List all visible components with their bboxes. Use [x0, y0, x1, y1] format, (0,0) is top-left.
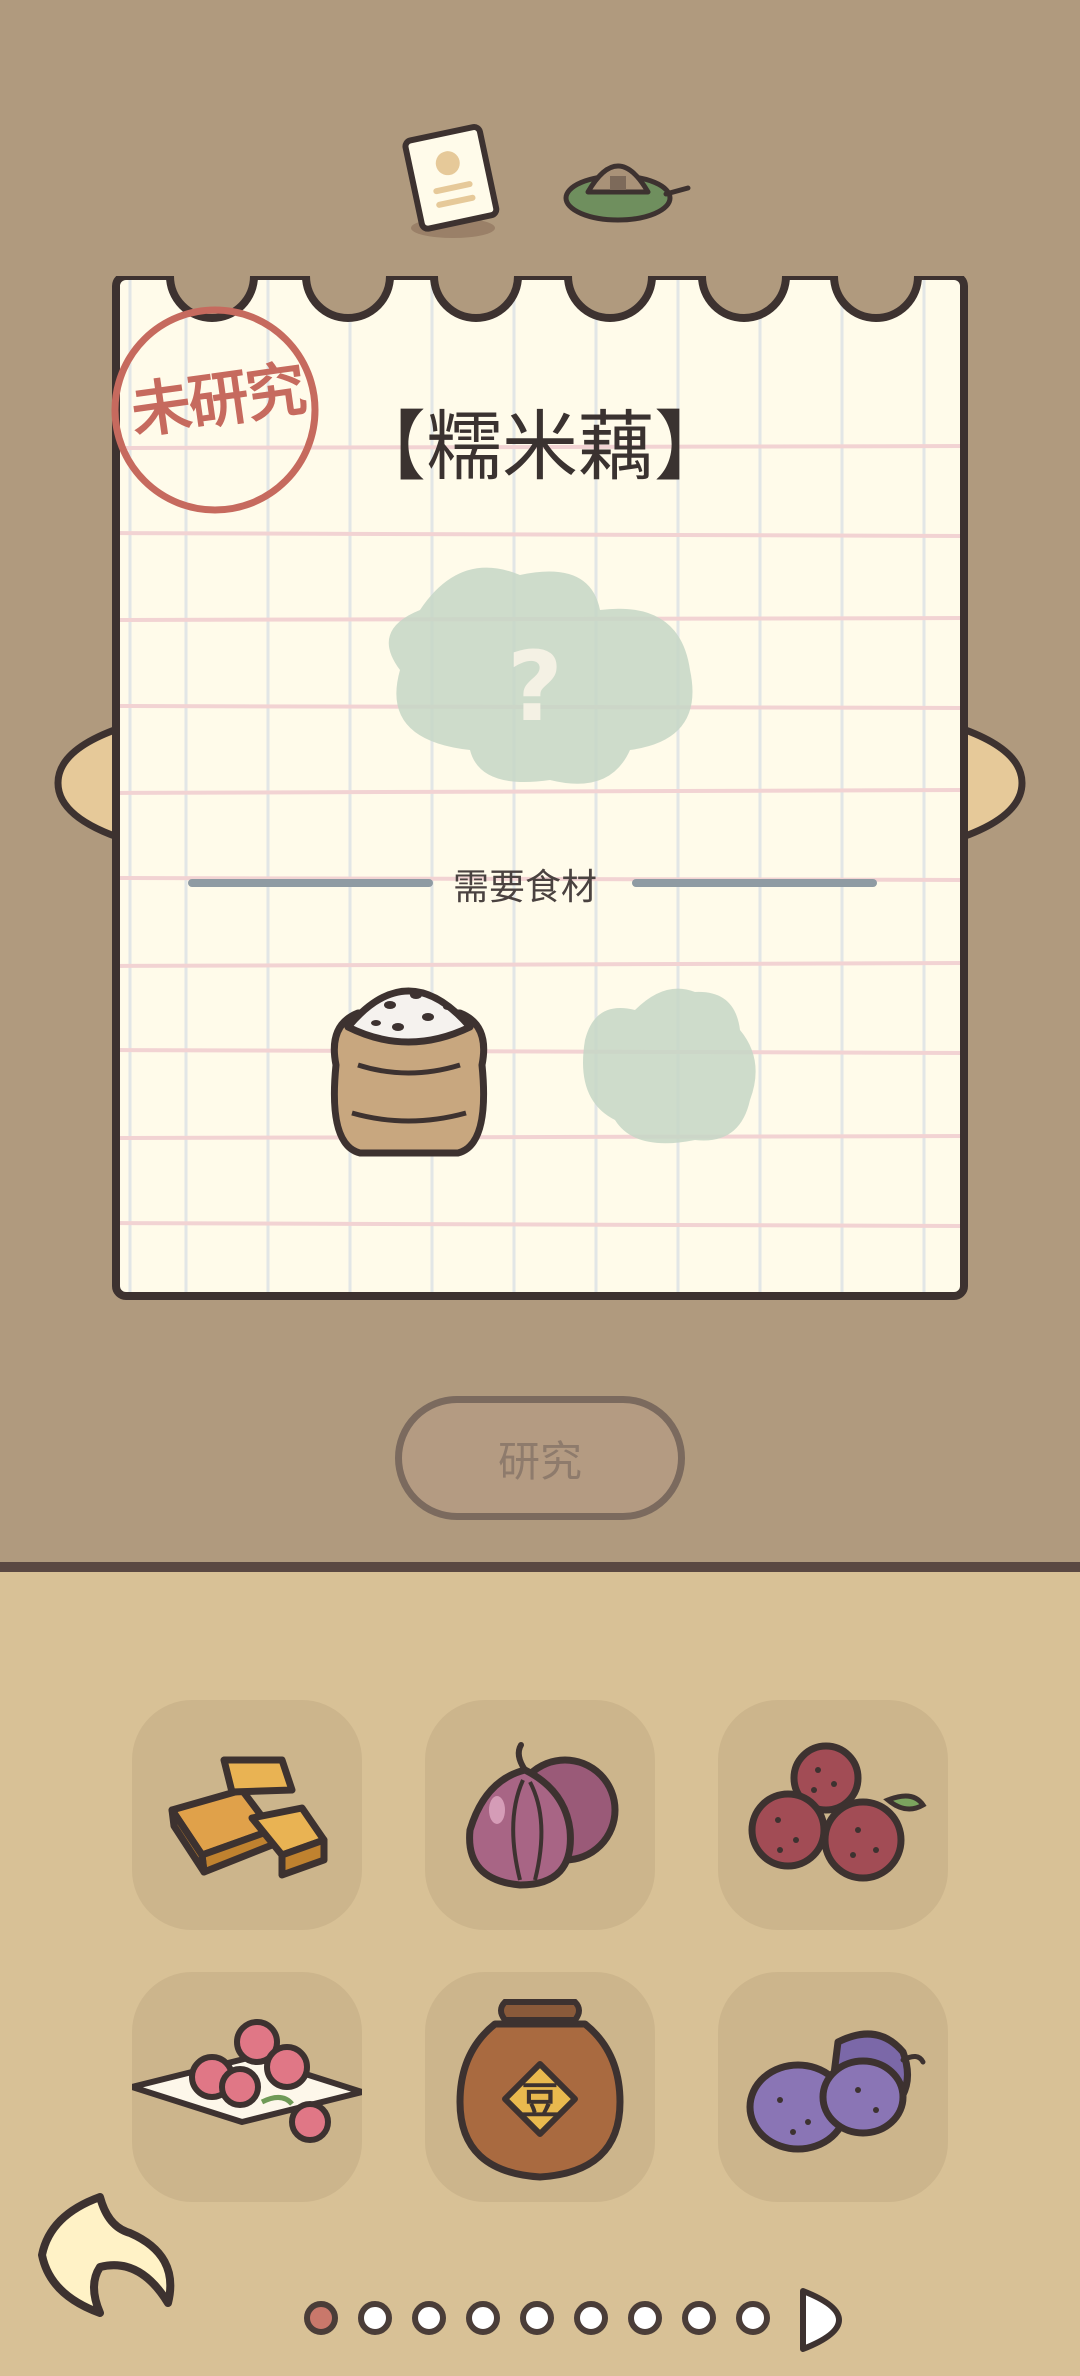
page-dot-1[interactable] — [304, 2301, 338, 2335]
back-arrow-icon[interactable] — [30, 2185, 185, 2325]
page-dot-3[interactable] — [412, 2301, 446, 2335]
page-dot-5[interactable] — [520, 2301, 554, 2335]
rice-ball-tab-icon[interactable] — [548, 130, 698, 230]
dish-name: 【糯米藕】 — [350, 402, 730, 491]
bean-paste-jar-label: 豆 — [521, 2079, 559, 2123]
inventory-slot-red-onion[interactable] — [425, 1700, 655, 1930]
bean-paste-jar-icon: 豆 — [456, 1999, 624, 2181]
pagination — [300, 2282, 860, 2362]
unknown-dish-glyph: ? — [507, 631, 563, 743]
page-dot-9[interactable] — [736, 2301, 770, 2335]
page-dot-2[interactable] — [358, 2301, 392, 2335]
taro-icon — [746, 2030, 926, 2153]
page-dot-8[interactable] — [682, 2301, 716, 2335]
divider-left — [188, 879, 433, 887]
inventory-slot-bayberry[interactable] — [718, 1700, 948, 1930]
inventory-slot-tofu-cake[interactable] — [132, 1700, 362, 1930]
research-button[interactable]: 研究 — [395, 1396, 685, 1520]
page-dot-6[interactable] — [574, 2301, 608, 2335]
bayberry-icon — [748, 1742, 927, 1882]
inventory-slot-taro[interactable] — [718, 1972, 948, 2202]
recipe-tab-icon[interactable] — [395, 118, 515, 248]
page-dot-4[interactable] — [466, 2301, 500, 2335]
mystery-dish-silhouette: ? — [388, 567, 693, 784]
inventory-slot-bean-paste-jar[interactable]: 豆 — [425, 1972, 655, 2202]
glutinous-rice-sack-icon — [330, 987, 488, 1157]
tofu-cake-icon — [168, 1756, 328, 1879]
research-button-label: 研究 — [497, 1436, 582, 1486]
required-ingredients-label: 需要食材 — [452, 867, 597, 908]
page-dot-7[interactable] — [628, 2301, 662, 2335]
inventory-slot-rose-petals[interactable] — [132, 1972, 362, 2202]
rose-petals-icon — [132, 2019, 362, 2143]
inventory-panel-border — [0, 1562, 1080, 1572]
red-onion-icon — [466, 1742, 619, 1889]
unknown-ingredient-silhouette — [583, 988, 756, 1144]
next-page-arrow[interactable] — [795, 2285, 845, 2355]
divider-right — [632, 879, 877, 887]
